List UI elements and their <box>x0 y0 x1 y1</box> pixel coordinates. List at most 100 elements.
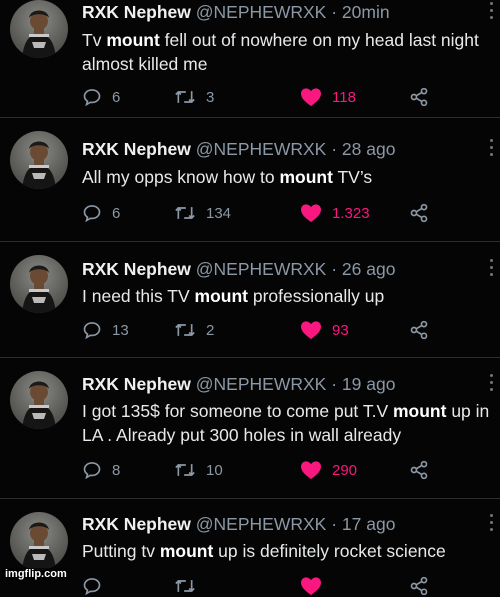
tweet[interactable]: RXK Nephew @NEPHEWRXK · 26 ago I need th… <box>0 241 500 358</box>
retweet-count: 134 <box>206 204 232 222</box>
reply-button[interactable]: 8 <box>82 459 120 481</box>
retweet-icon <box>175 323 195 337</box>
like-count: 1.323 <box>332 204 370 222</box>
heart-icon <box>301 204 321 223</box>
reply-button[interactable]: 6 <box>82 202 120 224</box>
retweet-button[interactable]: 134 <box>174 202 231 224</box>
retweet-icon <box>175 463 195 477</box>
tweet-header: RXK Nephew @NEPHEWRXK · 19 ago <box>82 374 395 395</box>
tweet-actions: 13 2 93 <box>82 319 442 341</box>
timestamp[interactable]: 28 ago <box>342 139 396 159</box>
author-name[interactable]: RXK Nephew <box>82 139 191 159</box>
reply-count: 8 <box>112 461 121 479</box>
retweet-count: 3 <box>206 88 215 106</box>
avatar[interactable] <box>10 512 68 570</box>
avatar[interactable] <box>10 0 68 58</box>
timestamp[interactable]: 26 ago <box>342 259 396 279</box>
separator: · <box>326 374 342 394</box>
highlight-term: mount <box>279 167 333 187</box>
like-button[interactable]: 290 <box>300 459 357 481</box>
author-handle[interactable]: @NEPHEWRXK <box>196 259 327 279</box>
share-icon <box>410 87 428 107</box>
tweet-actions: 8 10 290 <box>82 459 442 481</box>
retweet-button[interactable]: 2 <box>174 319 214 341</box>
timestamp[interactable]: 17 ago <box>342 514 396 534</box>
share-icon <box>410 576 428 596</box>
more-icon[interactable] <box>490 139 494 156</box>
author-name[interactable]: RXK Nephew <box>82 2 191 22</box>
reply-button[interactable]: 6 <box>82 86 120 108</box>
retweet-icon <box>175 579 195 593</box>
reply-icon <box>83 89 101 107</box>
watermark: imgflip.com <box>2 568 70 580</box>
author-handle[interactable]: @NEPHEWRXK <box>196 514 327 534</box>
tweet[interactable]: RXK Nephew @NEPHEWRXK · 28 ago All my op… <box>0 117 500 242</box>
tweet-text: Tv mount fell out of nowhere on my head … <box>82 30 479 74</box>
reply-count: 6 <box>112 88 121 106</box>
reply-count: 13 <box>112 321 129 339</box>
avatar[interactable] <box>10 255 68 313</box>
highlight-term: mount <box>194 286 248 306</box>
author-name[interactable]: RXK Nephew <box>82 374 191 394</box>
like-button[interactable] <box>300 575 322 597</box>
share-icon <box>410 460 428 480</box>
reply-icon <box>83 322 101 340</box>
tweet-actions <box>82 575 442 597</box>
tweet-text: I got 135$ for someone to come put T.V m… <box>82 401 490 445</box>
share-icon <box>410 203 428 223</box>
avatar[interactable] <box>10 371 68 429</box>
avatar[interactable] <box>10 131 68 189</box>
reply-icon <box>83 205 101 223</box>
tweet-text: All my opps know how to mount TV’s <box>82 167 373 187</box>
share-icon <box>410 320 428 340</box>
retweet-button[interactable]: 3 <box>174 86 214 108</box>
heart-icon <box>301 577 321 596</box>
tweet[interactable]: RXK Nephew @NEPHEWRXK · 19 ago I got 135… <box>0 357 500 499</box>
tweet-text: I need this TV mount professionally up <box>82 286 385 306</box>
author-handle[interactable]: @NEPHEWRXK <box>196 2 327 22</box>
heart-icon <box>301 461 321 480</box>
like-count: 118 <box>332 88 356 106</box>
retweet-count: 10 <box>206 461 223 479</box>
share-button[interactable] <box>408 202 430 224</box>
share-button[interactable] <box>408 319 430 341</box>
more-icon[interactable] <box>490 2 494 19</box>
retweet-button[interactable] <box>174 575 196 597</box>
tweet[interactable]: RXK Nephew @NEPHEWRXK · 17 ago Putting t… <box>0 498 500 596</box>
author-handle[interactable]: @NEPHEWRXK <box>196 374 327 394</box>
more-icon[interactable] <box>490 259 494 276</box>
heart-icon <box>301 321 321 340</box>
author-handle[interactable]: @NEPHEWRXK <box>196 139 327 159</box>
separator: · <box>326 139 342 159</box>
more-icon[interactable] <box>490 374 494 391</box>
heart-icon <box>301 88 321 107</box>
tweet[interactable]: RXK Nephew @NEPHEWRXK · 20min Tv mount f… <box>0 0 500 118</box>
like-button[interactable]: 93 <box>300 319 349 341</box>
share-button[interactable] <box>408 86 430 108</box>
like-count: 290 <box>332 461 358 479</box>
tweet-header: RXK Nephew @NEPHEWRXK · 17 ago <box>82 514 395 535</box>
author-name[interactable]: RXK Nephew <box>82 514 191 534</box>
highlight-term: mount <box>159 541 214 561</box>
highlight-term: mount <box>106 30 160 50</box>
reply-count: 6 <box>112 204 121 222</box>
like-button[interactable]: 118 <box>300 86 356 108</box>
like-button[interactable]: 1.323 <box>300 202 370 224</box>
reply-icon <box>83 578 101 596</box>
retweet-button[interactable]: 10 <box>174 459 223 481</box>
share-button[interactable] <box>408 459 430 481</box>
separator: · <box>326 259 342 279</box>
reply-icon <box>83 462 101 480</box>
timestamp[interactable]: 19 ago <box>342 374 396 394</box>
share-button[interactable] <box>408 575 430 597</box>
tweet-actions: 6 3 118 <box>82 86 442 108</box>
timestamp[interactable]: 20min <box>342 2 390 22</box>
author-name[interactable]: RXK Nephew <box>82 259 191 279</box>
like-count: 93 <box>332 321 349 339</box>
separator: · <box>326 2 342 22</box>
reply-button[interactable]: 13 <box>82 319 129 341</box>
more-icon[interactable] <box>490 514 494 531</box>
highlight-term: mount <box>392 401 447 421</box>
tweet-header: RXK Nephew @NEPHEWRXK · 20min <box>82 2 390 23</box>
reply-button[interactable] <box>82 575 102 597</box>
